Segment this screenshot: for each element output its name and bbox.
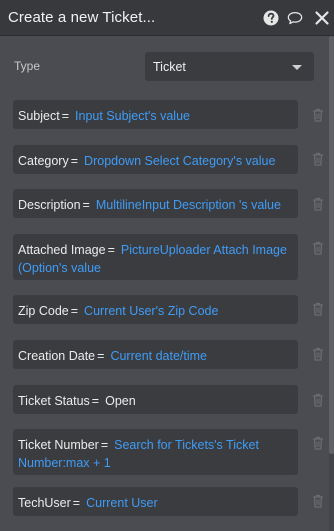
field-row-description[interactable]: Description = MultilineInput Description '… bbox=[13, 189, 298, 218]
scrollbar-thumb[interactable] bbox=[329, 36, 334, 454]
field-value[interactable]: Dropdown Select Category's value bbox=[84, 154, 275, 168]
comment-icon[interactable] bbox=[287, 10, 303, 26]
trash-icon[interactable] bbox=[312, 302, 324, 316]
modal-header: Create a new Ticket... bbox=[0, 0, 334, 36]
chevron-down-icon bbox=[292, 65, 302, 70]
field-row-ticket-number[interactable]: Ticket Number = Search for Tickets's Ticke… bbox=[13, 429, 298, 475]
field-row-ticket-status[interactable]: Ticket Status = Open bbox=[13, 385, 298, 414]
field-value[interactable]: Open bbox=[105, 394, 136, 408]
field-equals: = bbox=[97, 349, 105, 363]
field-row-subject[interactable]: Subject = Input Subject's value bbox=[13, 100, 298, 129]
trash-icon[interactable] bbox=[312, 241, 324, 255]
field-equals: = bbox=[100, 438, 109, 452]
field-equals: = bbox=[70, 304, 79, 318]
field-equals: = bbox=[107, 243, 115, 257]
field-label: Zip Code bbox=[18, 304, 69, 318]
field-label: Description bbox=[18, 198, 81, 212]
field-equals: = bbox=[70, 154, 79, 168]
field-equals: = bbox=[82, 198, 90, 212]
field-label: Ticket Status bbox=[18, 394, 90, 408]
field-row-category[interactable]: Category = Dropdown Select Category's valu… bbox=[13, 145, 298, 174]
trash-icon[interactable] bbox=[312, 436, 324, 450]
field-label: Subject bbox=[18, 109, 60, 123]
trash-icon[interactable] bbox=[312, 152, 324, 166]
modal-title: Create a new Ticket... bbox=[8, 9, 156, 26]
type-dropdown[interactable]: Ticket bbox=[145, 52, 314, 81]
trash-icon[interactable] bbox=[312, 393, 324, 407]
trash-icon[interactable] bbox=[312, 347, 324, 361]
field-row-attached-image[interactable]: Attached Image = PictureUploader Attach Im… bbox=[13, 234, 298, 280]
field-value[interactable]: MultilineInput Description 's value bbox=[96, 198, 281, 212]
field-row-techuser[interactable]: TechUser = Current User bbox=[13, 487, 298, 516]
field-value[interactable]: Input Subject's value bbox=[75, 109, 190, 123]
field-row-creation-date[interactable]: Creation Date = Current date/time bbox=[13, 340, 298, 369]
type-dropdown-value: Ticket bbox=[153, 60, 186, 74]
field-label: Category bbox=[18, 154, 69, 168]
field-value[interactable]: Current User bbox=[86, 496, 158, 510]
help-icon[interactable] bbox=[263, 10, 279, 26]
field-label: TechUser bbox=[18, 496, 71, 510]
field-value[interactable]: Current date/time bbox=[110, 349, 207, 363]
trash-icon[interactable] bbox=[312, 494, 324, 508]
field-equals: = bbox=[72, 496, 81, 510]
close-icon[interactable] bbox=[314, 10, 330, 26]
type-label: Type bbox=[14, 59, 41, 73]
field-equals: = bbox=[91, 394, 100, 408]
field-label: Ticket Number bbox=[18, 438, 99, 452]
field-label: Creation Date bbox=[18, 349, 96, 363]
field-row-zip-code[interactable]: Zip Code = Current User's Zip Code bbox=[13, 295, 298, 324]
field-value[interactable]: Current User's Zip Code bbox=[84, 304, 218, 318]
field-label: Attached Image bbox=[18, 243, 106, 257]
trash-icon[interactable] bbox=[312, 197, 324, 211]
field-equals: = bbox=[61, 109, 70, 123]
trash-icon[interactable] bbox=[312, 108, 324, 122]
